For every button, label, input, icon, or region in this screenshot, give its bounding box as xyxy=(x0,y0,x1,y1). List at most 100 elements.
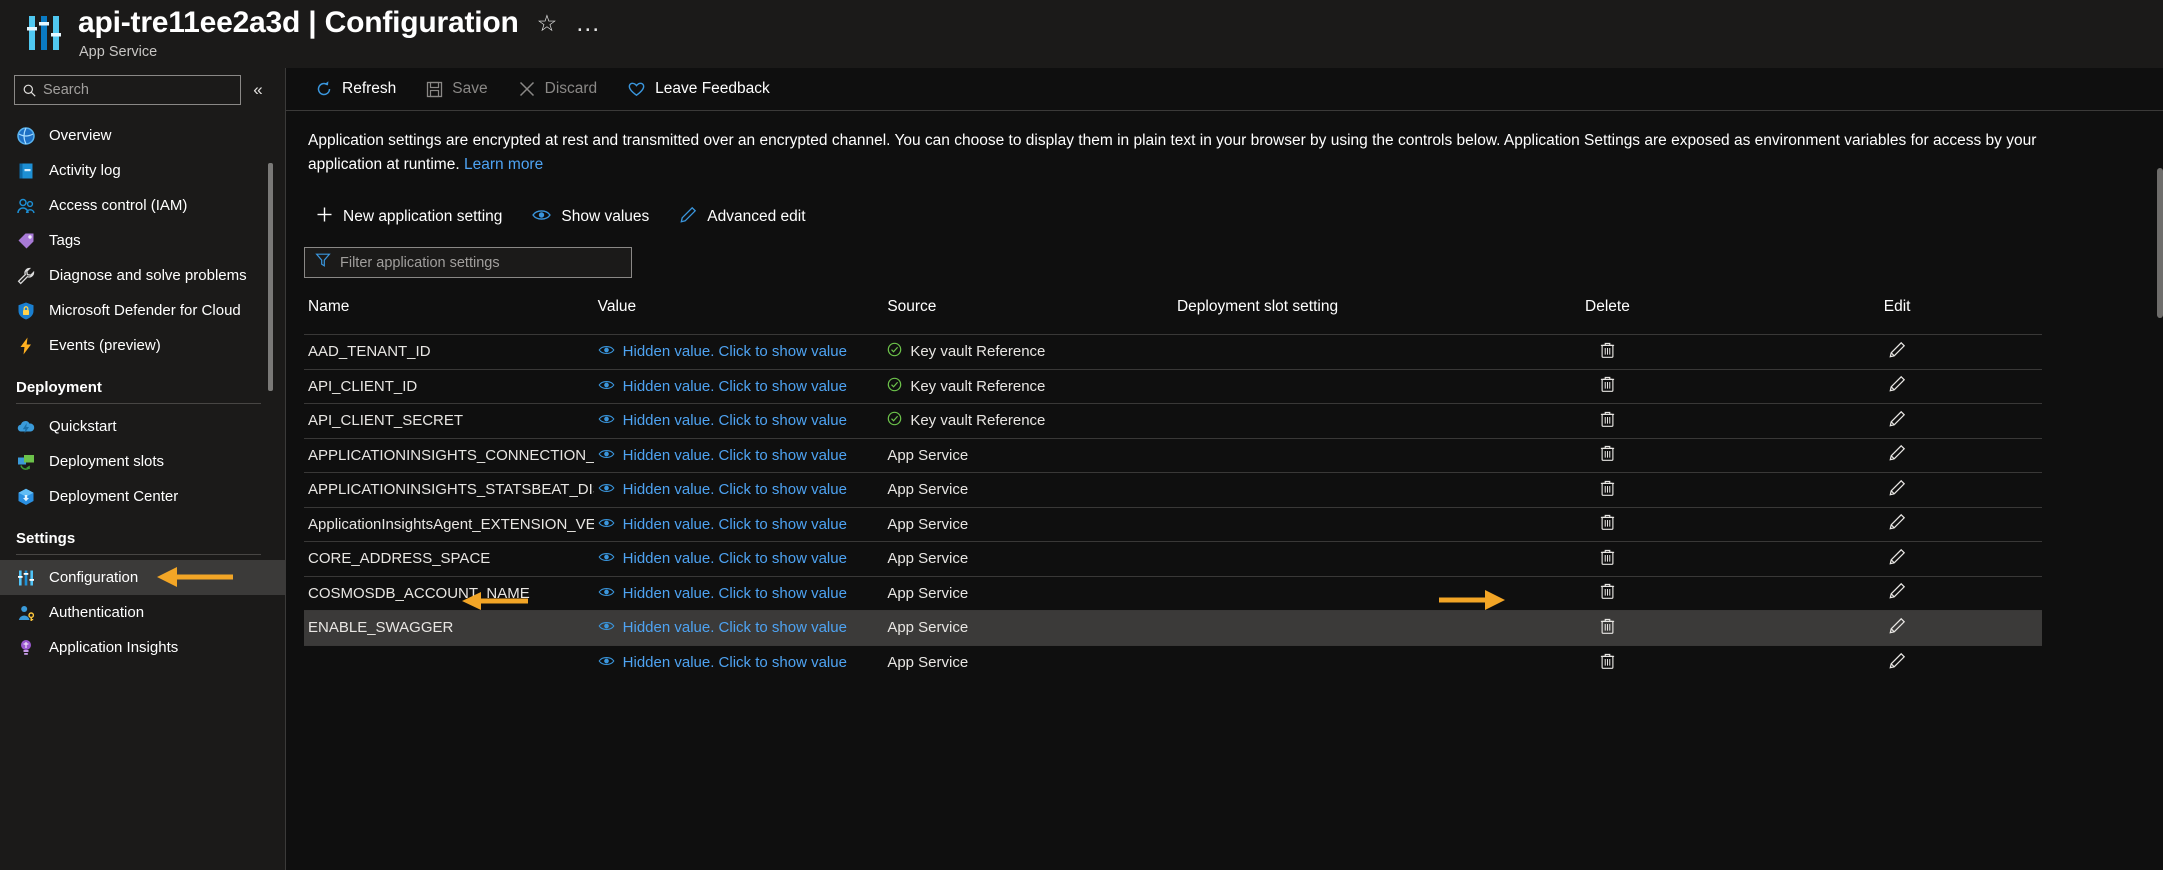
source-label: App Service xyxy=(887,515,969,533)
delete-cell xyxy=(1463,542,1753,577)
pencil-icon[interactable] xyxy=(1888,548,1906,566)
show-value-link[interactable]: Hidden value. Click to show value xyxy=(598,447,847,464)
trash-icon[interactable] xyxy=(1599,652,1616,670)
content-scrollbar[interactable] xyxy=(2157,168,2163,318)
sidebar-item-diagnose-and-solve-problems[interactable]: Diagnose and solve problems xyxy=(0,258,285,293)
show-value-link[interactable]: Hidden value. Click to show value xyxy=(598,343,847,360)
setting-source-cell: App Service xyxy=(883,645,1173,680)
show-values-button[interactable]: Show values xyxy=(520,201,661,233)
trash-icon[interactable] xyxy=(1599,444,1616,462)
pencil-icon[interactable] xyxy=(1888,617,1906,635)
sidebar: « Overview Activity log Access control (IA… xyxy=(0,68,285,870)
setting-name-cell: CORE_ADDRESS_SPACE xyxy=(308,550,491,568)
learn-more-link[interactable]: Learn more xyxy=(464,156,543,173)
new-application-setting-button[interactable]: New application setting xyxy=(304,201,514,233)
show-value-link[interactable]: Hidden value. Click to show value xyxy=(598,516,847,533)
deployment-slot-setting-cell xyxy=(1173,404,1463,439)
column-header-name[interactable]: Name xyxy=(304,292,594,335)
pencil-icon[interactable] xyxy=(1888,479,1906,497)
sidebar-item-activity-log[interactable]: Activity log xyxy=(0,153,285,188)
sidebar-item-tags[interactable]: Tags xyxy=(0,223,285,258)
show-value-link[interactable]: Hidden value. Click to show value xyxy=(598,619,847,636)
delete-cell xyxy=(1463,369,1753,404)
sidebar-item-quickstart[interactable]: Quickstart xyxy=(0,409,285,444)
description-body: Application settings are encrypted at re… xyxy=(308,132,2037,174)
edit-cell xyxy=(1752,542,2042,577)
sidebar-item-events-preview[interactable]: Events (preview) xyxy=(0,328,285,363)
show-value-link[interactable]: Hidden value. Click to show value xyxy=(598,654,847,671)
column-header-deployment-slot-setting[interactable]: Deployment slot setting xyxy=(1173,292,1463,335)
table-row[interactable]: Hidden value. Click to show value App Ser… xyxy=(304,645,2042,680)
leave-feedback-button[interactable]: Leave Feedback xyxy=(612,72,785,106)
collapse-sidebar-button[interactable]: « xyxy=(245,80,271,100)
trash-icon[interactable] xyxy=(1599,410,1616,428)
table-row[interactable]: APPLICATIONINSIGHTS_CONNECTION_STRIN Hidd… xyxy=(304,438,2042,473)
pencil-icon[interactable] xyxy=(1888,582,1906,600)
sidebar-scrollbar[interactable] xyxy=(268,163,273,391)
trash-icon[interactable] xyxy=(1599,479,1616,497)
trash-icon[interactable] xyxy=(1599,375,1616,393)
column-header-value[interactable]: Value xyxy=(594,292,884,335)
trash-icon[interactable] xyxy=(1599,341,1616,359)
sidebar-item-configuration[interactable]: Configuration xyxy=(0,560,285,595)
column-header-edit[interactable]: Edit xyxy=(1752,292,2042,335)
table-row[interactable]: CORE_ADDRESS_SPACE Hidden value. Click to… xyxy=(304,541,2042,577)
pencil-icon[interactable] xyxy=(1888,513,1906,531)
deployment-slot-setting-cell xyxy=(1173,576,1463,611)
delete-cell xyxy=(1463,438,1753,473)
pencil-icon[interactable] xyxy=(1888,444,1906,462)
column-header-delete[interactable]: Delete xyxy=(1463,292,1753,335)
refresh-button[interactable]: Refresh xyxy=(300,72,411,106)
table-row[interactable]: API_CLIENT_ID Hidden value. Click to show… xyxy=(304,369,2042,404)
sidebar-item-label: Events (preview) xyxy=(49,337,161,354)
search-box[interactable] xyxy=(14,75,241,105)
delete-cell xyxy=(1463,404,1753,439)
show-value-link[interactable]: Hidden value. Click to show value xyxy=(598,378,847,395)
filter-box[interactable] xyxy=(304,247,632,279)
sidebar-item-label: Diagnose and solve problems xyxy=(49,267,247,284)
setting-value-cell: Hidden value. Click to show value xyxy=(594,335,884,370)
save-button[interactable]: Save xyxy=(411,72,502,106)
sidebar-item-deployment-slots[interactable]: Deployment slots xyxy=(0,444,285,479)
sidebar-item-deployment-center[interactable]: Deployment Center xyxy=(0,479,285,514)
sidebar-item-access-control-iam[interactable]: Access control (IAM) xyxy=(0,188,285,223)
edit-cell xyxy=(1752,369,2042,404)
star-icon[interactable]: ☆ xyxy=(537,11,558,35)
advanced-edit-button[interactable]: Advanced edit xyxy=(667,201,817,233)
sidebar-item-overview[interactable]: Overview xyxy=(0,118,285,153)
show-value-link-label: Hidden value. Click to show value xyxy=(622,377,847,395)
sidebar-item-microsoft-defender-for-cloud[interactable]: Microsoft Defender for Cloud xyxy=(0,293,285,328)
filter-input[interactable] xyxy=(340,254,621,271)
table-row[interactable]: ApplicationInsightsAgent_EXTENSION_VERSI… xyxy=(304,507,2042,542)
show-value-link-label: Hidden value. Click to show value xyxy=(622,550,847,568)
trash-icon[interactable] xyxy=(1599,582,1616,600)
table-row[interactable]: ENABLE_SWAGGER Hidden value. Click to sho… xyxy=(304,610,2042,646)
setting-name-cell: AAD_TENANT_ID xyxy=(308,343,431,361)
pencil-icon[interactable] xyxy=(1888,410,1906,428)
pencil-icon[interactable] xyxy=(1888,652,1906,670)
sidebar-item-authentication[interactable]: Authentication xyxy=(0,595,285,630)
trash-icon[interactable] xyxy=(1599,617,1616,635)
save-label: Save xyxy=(452,80,488,97)
pencil-icon[interactable] xyxy=(1888,341,1906,359)
table-row[interactable]: COSMOSDB_ACCOUNT_NAME Hidden value. Click… xyxy=(304,576,2042,611)
show-value-link[interactable]: Hidden value. Click to show value xyxy=(598,412,847,429)
discard-button[interactable]: Discard xyxy=(503,72,613,106)
table-row[interactable]: API_CLIENT_SECRET Hidden value. Click to … xyxy=(304,403,2042,439)
show-value-link[interactable]: Hidden value. Click to show value xyxy=(598,550,847,567)
sidebar-item-application-insights[interactable]: Application Insights xyxy=(0,630,285,665)
deployment-slots-icon xyxy=(16,452,36,472)
setting-source-cell: App Service xyxy=(883,611,1173,646)
trash-icon[interactable] xyxy=(1599,548,1616,566)
show-value-link[interactable]: Hidden value. Click to show value xyxy=(598,585,847,602)
show-value-link[interactable]: Hidden value. Click to show value xyxy=(598,481,847,498)
trash-icon[interactable] xyxy=(1599,513,1616,531)
eye-icon xyxy=(598,412,615,429)
pencil-icon[interactable] xyxy=(1888,375,1906,393)
ellipsis-icon[interactable]: … xyxy=(575,10,601,35)
column-header-source[interactable]: Source xyxy=(883,292,1173,335)
table-row[interactable]: APPLICATIONINSIGHTS_STATSBEAT_DISABLE Hid… xyxy=(304,472,2042,508)
app-service-icon xyxy=(26,12,64,54)
search-input[interactable] xyxy=(43,82,232,98)
table-row[interactable]: AAD_TENANT_ID Hidden value. Click to show… xyxy=(304,334,2042,370)
